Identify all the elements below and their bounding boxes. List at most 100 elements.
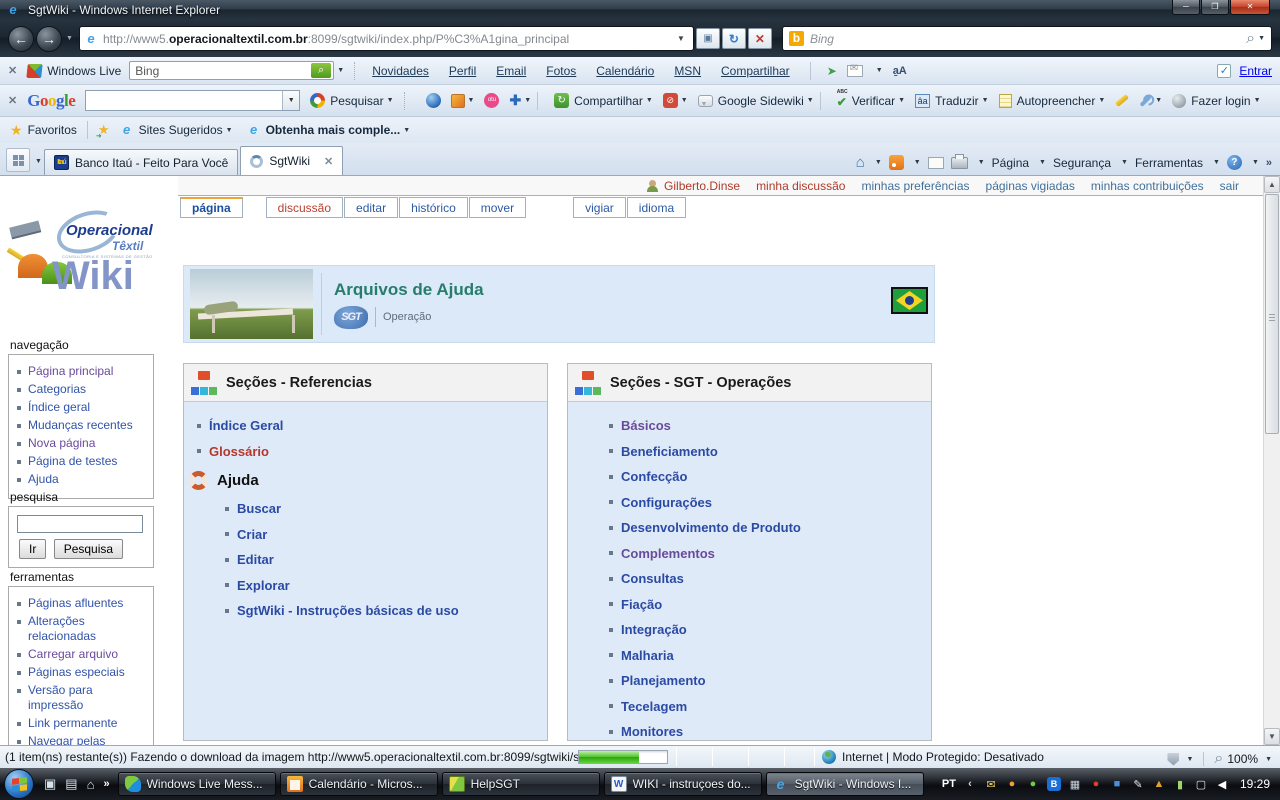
address-dropdown[interactable] (673, 34, 689, 43)
safety-menu[interactable]: Segurança (1053, 156, 1111, 170)
section-link[interactable]: Fiação (621, 597, 662, 612)
google-search-input[interactable] (86, 93, 282, 108)
display-icon[interactable]: ▢ (1194, 778, 1208, 791)
popup-blocker-dropdown[interactable] (681, 97, 688, 104)
favorites-star-icon[interactable] (10, 122, 23, 139)
section-link[interactable]: Editar (237, 552, 274, 567)
section-link[interactable]: SgtWiki - Instruções básicas de uso (237, 603, 459, 618)
map-pin-icon[interactable] (827, 64, 837, 78)
battery-icon[interactable]: ▮ (1173, 778, 1187, 791)
suggested-sites-link[interactable]: Sites Sugeridos (139, 123, 223, 137)
protected-mode-dropdown[interactable] (1186, 756, 1193, 763)
clock[interactable]: 19:29 (1240, 777, 1270, 791)
personal-link[interactable]: minhas preferências (861, 179, 969, 193)
sidebar-nav-link[interactable]: Página de testes (28, 454, 117, 469)
taskbar-button[interactable]: WIKI - instruçoes do... (604, 772, 762, 796)
home-icon[interactable] (856, 154, 865, 171)
section-link[interactable]: Consultas (621, 571, 684, 586)
google-search-field[interactable] (85, 90, 300, 111)
search-button[interactable]: Pesquisa (54, 539, 123, 559)
autofill-button[interactable]: Autopreencher (1017, 94, 1096, 108)
wiki-page-tab[interactable]: mover (469, 197, 526, 218)
sign-in-link[interactable]: Entrar (1239, 64, 1272, 78)
sidebar-tool-link[interactable]: Páginas especiais (28, 665, 125, 680)
zoom-level[interactable]: 100% (1227, 752, 1258, 766)
sidewiki-icon[interactable] (698, 95, 713, 107)
live-toolbar-link[interactable]: Compartilhar (721, 64, 790, 78)
section-link[interactable]: Integração (621, 622, 687, 637)
get-more-link[interactable]: Obtenha mais comple... (266, 123, 401, 137)
rss-dropdown[interactable] (914, 159, 921, 166)
protected-mode-icon[interactable] (1167, 753, 1179, 766)
wiki-page-tab[interactable]: editar (344, 197, 398, 218)
safety-menu-dropdown[interactable] (1121, 159, 1128, 166)
live-toolbar-link[interactable]: Novidades (372, 64, 429, 78)
search-box[interactable]: Bing (782, 26, 1272, 51)
section-link[interactable]: Explorar (237, 578, 290, 593)
add-favorite-icon[interactable] (98, 122, 110, 138)
compatibility-view-button[interactable]: ▣ (696, 28, 720, 49)
section-link[interactable]: Glossário (209, 444, 269, 459)
toolbar-close-icon[interactable] (8, 64, 17, 77)
sidebar-nav-link[interactable]: Categorias (28, 382, 86, 397)
photos-dropdown[interactable] (468, 97, 475, 104)
bluetooth-icon[interactable]: B (1047, 777, 1061, 791)
sidebar-nav-link[interactable]: Página principal (28, 364, 113, 379)
close-button[interactable]: ✕ (1230, 0, 1270, 15)
help-dropdown[interactable] (1252, 159, 1259, 166)
quick-tabs-button[interactable] (6, 148, 30, 172)
taskbar-button[interactable]: HelpSGT (442, 772, 600, 796)
vertical-scrollbar[interactable]: ▲ ▼ (1263, 176, 1280, 745)
zoom-icon[interactable] (1214, 750, 1223, 768)
sidebar-tool-link[interactable]: Link permanente (28, 716, 117, 731)
graphics-icon[interactable]: ▲ (1152, 778, 1166, 790)
wiki-page-tab[interactable]: idioma (627, 197, 686, 218)
tab-banco-itau[interactable]: Banco Itaú - Feito Para Você (44, 149, 238, 175)
minimize-button[interactable]: ─ (1172, 0, 1200, 15)
section-link[interactable]: Confecção (621, 469, 687, 484)
live-toolbar-link[interactable]: Fotos (546, 64, 576, 78)
wiki-logo[interactable]: Operacional Têxtil CONSULTORIA E SISTEMA… (4, 210, 172, 330)
spellcheck-icon[interactable] (837, 93, 847, 109)
show-desktop-icon[interactable]: ▣ (44, 776, 56, 792)
read-mail-icon[interactable] (928, 157, 944, 169)
help-icon[interactable] (1227, 155, 1242, 170)
restore-button[interactable]: ❐ (1201, 0, 1229, 15)
settings-dropdown[interactable] (1155, 97, 1162, 104)
pen-icon[interactable]: ✎ (1131, 778, 1145, 791)
share-icon[interactable] (554, 93, 569, 108)
tools-menu[interactable]: Ferramentas (1135, 156, 1203, 170)
translate-icon[interactable] (893, 65, 907, 77)
tab-list-dropdown[interactable] (35, 158, 42, 165)
section-link[interactable]: Monitores (621, 724, 683, 739)
photos-icon[interactable] (451, 94, 465, 108)
live-toolbar-link[interactable]: Email (496, 64, 526, 78)
brazil-flag-icon[interactable] (891, 287, 928, 314)
add-buttons-icon[interactable] (509, 92, 521, 109)
section-link[interactable]: Básicos (621, 418, 671, 433)
section-link[interactable]: Malharia (621, 648, 674, 663)
go-button[interactable]: Ir (19, 539, 46, 559)
media-center-icon[interactable]: ⌂ (87, 777, 95, 792)
section-link[interactable]: Configurações (621, 495, 712, 510)
live-search-dropdown[interactable] (337, 67, 344, 74)
home-dropdown[interactable] (875, 159, 882, 166)
personal-link[interactable]: páginas vigiadas (986, 179, 1075, 193)
section-link[interactable]: Desenvolvimento de Produto (621, 520, 801, 535)
wiki-page-tab[interactable]: histórico (399, 197, 468, 218)
autofill-dropdown[interactable] (1098, 97, 1105, 104)
section-link[interactable]: Planejamento (621, 673, 706, 688)
spellcheck-button[interactable]: Verificar (852, 94, 895, 108)
toolbar-close-icon[interactable] (8, 94, 17, 107)
command-overflow-icon[interactable] (1266, 157, 1272, 169)
wrench-icon[interactable] (1140, 94, 1152, 106)
form-fill-icon[interactable] (1217, 64, 1231, 78)
network-icon[interactable]: ▦ (1068, 778, 1082, 791)
live-toolbar-link[interactable]: Calendário (596, 64, 654, 78)
volume-icon[interactable]: ◀ (1215, 778, 1229, 791)
login-dropdown[interactable] (1254, 97, 1261, 104)
sidebar-nav-link[interactable]: Nova página (28, 436, 95, 451)
translate-icon[interactable] (915, 94, 930, 108)
taskbar-button[interactable]: SgtWiki - Windows I... (766, 772, 924, 796)
section-link[interactable]: Criar (237, 527, 267, 542)
